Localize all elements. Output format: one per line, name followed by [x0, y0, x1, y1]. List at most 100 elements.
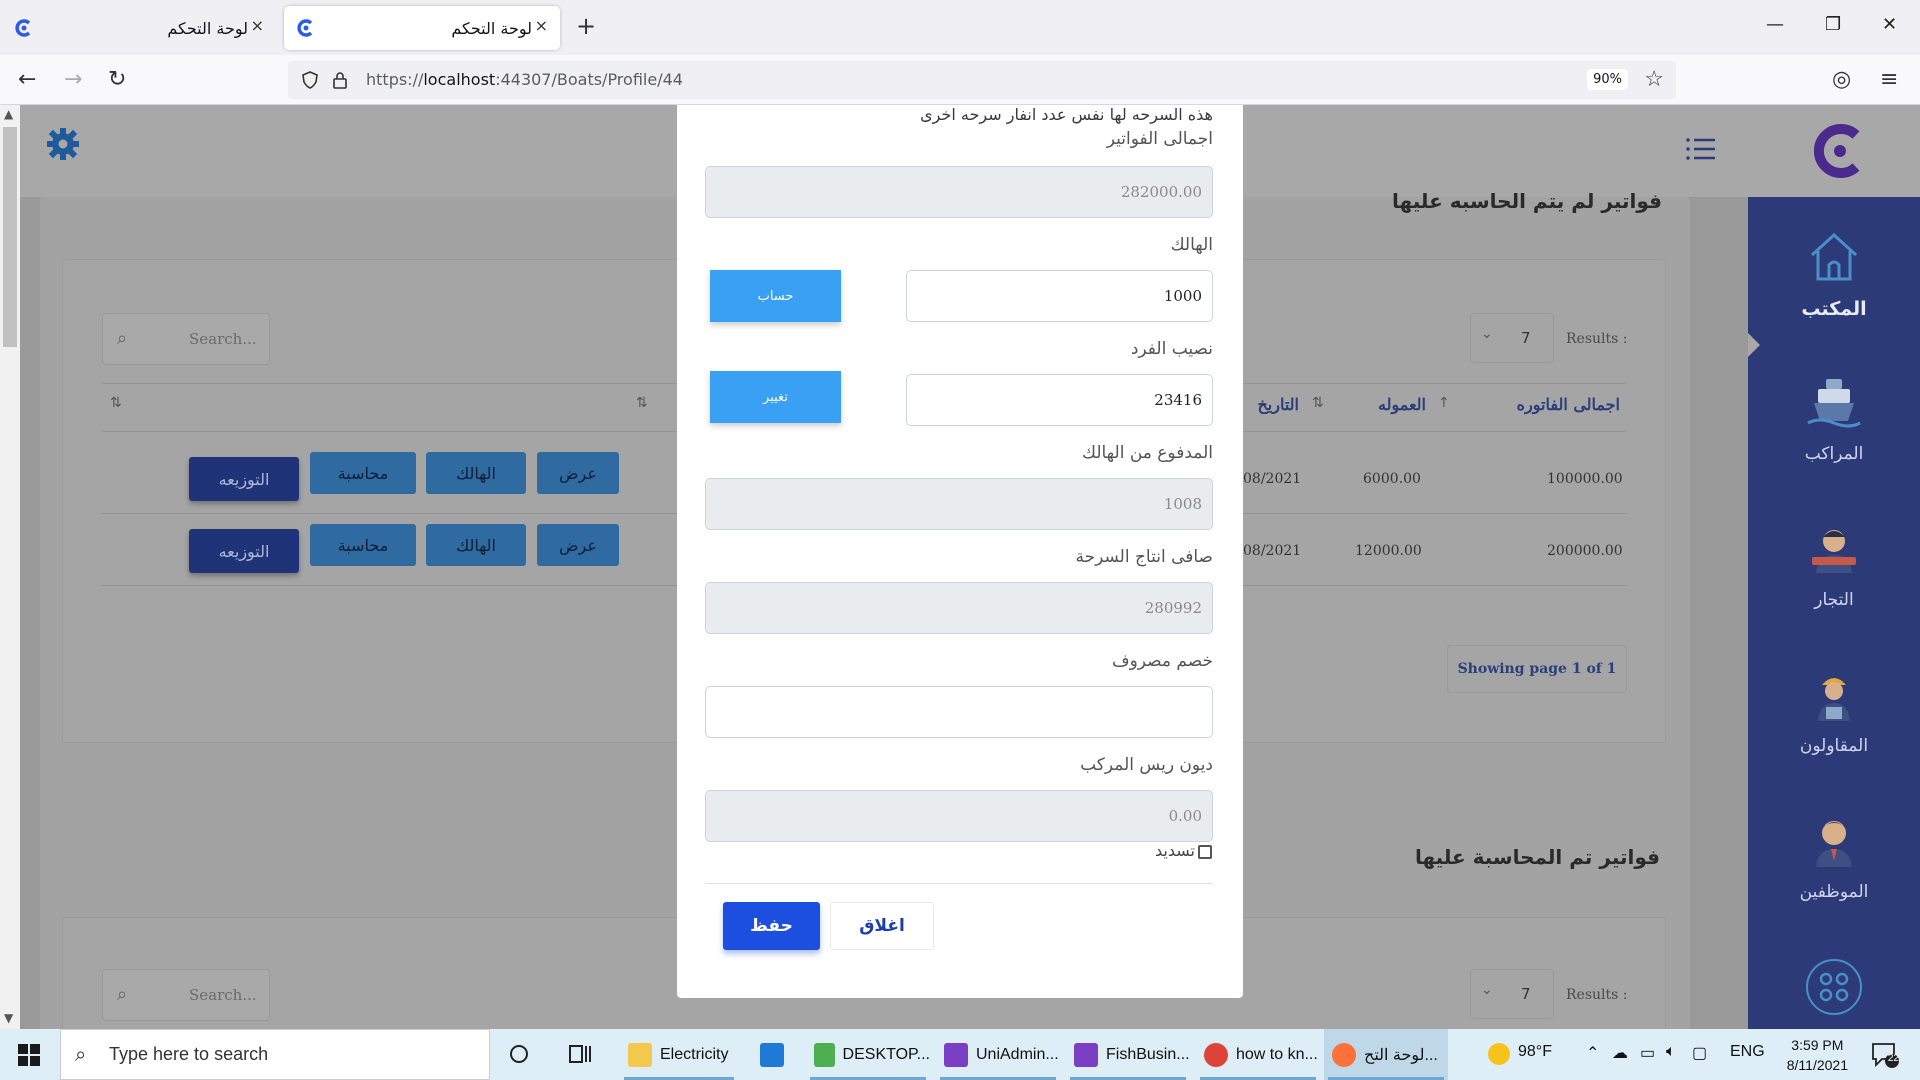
pocket-icon[interactable]: ◎: [1832, 67, 1851, 92]
taskbar-search-placeholder: Type here to search: [109, 1044, 269, 1064]
shield-icon[interactable]: [300, 70, 320, 90]
accounting-button[interactable]: محاسبة: [310, 524, 416, 566]
chevron-up-icon[interactable]: ⌃: [1586, 1043, 1599, 1063]
repay-checkbox[interactable]: [1198, 845, 1212, 859]
zoom-level-badge[interactable]: 90%: [1587, 69, 1628, 90]
chevron-down-icon: ⌄: [1481, 982, 1493, 998]
minimize-icon[interactable]: —: [1766, 14, 1784, 35]
results-per-page-select[interactable]: ⌄ 7: [1470, 969, 1554, 1019]
loss-button[interactable]: الهالك: [426, 452, 526, 494]
column-header-date[interactable]: التاريخ: [1243, 395, 1299, 414]
browser-tab-dashboard-2[interactable]: لوحة التحكم ×: [284, 6, 560, 50]
language-indicator[interactable]: ENG: [1730, 1043, 1765, 1061]
column-header-total[interactable]: اجمالى الفاتوره: [1490, 395, 1620, 414]
tab-close-icon[interactable]: ×: [251, 16, 264, 35]
column-header-commission[interactable]: العموله: [1356, 395, 1426, 414]
cell-date: 08/2021: [1243, 543, 1302, 559]
view-button[interactable]: عرض: [537, 524, 619, 566]
loss-button[interactable]: الهالك: [426, 524, 526, 566]
weather-sun-icon[interactable]: [1488, 1043, 1510, 1065]
app-menu-icon[interactable]: ≡: [1880, 67, 1898, 92]
apps-grid-icon[interactable]: [1804, 957, 1864, 1017]
taskbar-app-label: how to kn...: [1236, 1045, 1318, 1063]
new-tab-button[interactable]: +: [576, 12, 596, 40]
page-scrollbar[interactable]: ▲ ▼: [0, 105, 20, 1029]
taskbar-app-fishbusiness[interactable]: FishBusin...: [1066, 1029, 1190, 1080]
taskbar-app-explorer[interactable]: Electricity: [620, 1029, 738, 1080]
search-input[interactable]: ⌕ Search...: [102, 969, 270, 1021]
taskbar-app-desktop[interactable]: DESKTOP...: [806, 1029, 930, 1080]
gear-icon[interactable]: [46, 127, 80, 161]
results-per-page-select[interactable]: ⌄ 7: [1470, 313, 1554, 363]
network-icon[interactable]: ▢: [1692, 1043, 1707, 1063]
page-viewport: ▲ ▼ فواتير لم يتم الحاسبه عليها ⌕ Search…: [0, 105, 1920, 1029]
sidebar-item-boats[interactable]: المراكب: [1748, 373, 1920, 464]
onedrive-icon[interactable]: ☁: [1612, 1043, 1628, 1063]
share-field[interactable]: 23416: [906, 374, 1213, 426]
search-input[interactable]: ⌕ Search...: [102, 313, 270, 365]
firefox-icon: [1332, 1042, 1356, 1067]
distribute-button[interactable]: التوزيعه: [189, 529, 299, 573]
sidebar-item-office[interactable]: المكتب: [1748, 227, 1920, 320]
invoices-total-field[interactable]: 282000.00: [705, 166, 1213, 218]
sort-arrows-icon[interactable]: ⇅: [636, 395, 648, 411]
taskbar-app-chrome[interactable]: how to kn...: [1196, 1029, 1320, 1080]
modal-footer-divider: [705, 883, 1213, 884]
bookmark-star-icon[interactable]: ☆: [1644, 67, 1664, 92]
save-button[interactable]: حفظ: [723, 902, 820, 950]
address-bar[interactable]: https://localhost:44307/Boats/Profile/44…: [288, 61, 1676, 99]
distribute-button[interactable]: التوزيعه: [189, 457, 299, 501]
forward-arrow-icon[interactable]: →: [64, 67, 82, 92]
results-value: 7: [1521, 329, 1531, 347]
sidebar-item-employees[interactable]: الموظفين: [1748, 811, 1920, 902]
chrome-icon: [1204, 1042, 1228, 1067]
taskbar-app-vscode[interactable]: [746, 1029, 798, 1080]
taskbar-app-firefox[interactable]: لوحة التح...: [1324, 1029, 1448, 1080]
net-production-field[interactable]: 280992: [705, 582, 1213, 634]
paid-loss-label: المدفوع من الهالك: [1082, 443, 1213, 463]
lock-icon[interactable]: [330, 70, 350, 90]
reload-icon[interactable]: ↻: [108, 67, 126, 92]
tab-close-icon[interactable]: ×: [535, 16, 548, 35]
calculate-button[interactable]: حساب: [710, 270, 841, 322]
section-title-accounted: فواتير تم المحاسبة عليها: [1414, 845, 1660, 869]
close-window-icon[interactable]: ✕: [1882, 14, 1897, 35]
loss-field[interactable]: 1000: [906, 270, 1213, 322]
expense-deduction-field[interactable]: [705, 686, 1213, 738]
sort-arrows-icon[interactable]: ⇅: [1312, 395, 1324, 411]
task-view-icon[interactable]: [568, 1043, 592, 1065]
close-button[interactable]: اغلاق: [830, 902, 934, 950]
taskbar-app-label: FishBusin...: [1106, 1045, 1190, 1063]
sidebar: المكتب المراكب التجار المقاولون الموظفين: [1748, 197, 1920, 1029]
taskbar-app-uniadmin[interactable]: UniAdmin...: [936, 1029, 1060, 1080]
captain-debt-field[interactable]: 0.00: [705, 790, 1213, 842]
cortana-icon[interactable]: [508, 1043, 530, 1065]
windows-start-icon[interactable]: [18, 1044, 40, 1066]
pagination-status[interactable]: Showing page 1 of 1: [1447, 645, 1627, 693]
view-button[interactable]: عرض: [537, 452, 619, 494]
battery-icon[interactable]: ▭: [1640, 1043, 1655, 1063]
sidebar-item-merchants[interactable]: التجار: [1748, 519, 1920, 610]
sidebar-item-contractors[interactable]: المقاولون: [1748, 665, 1920, 756]
url-text[interactable]: https://localhost:44307/Boats/Profile/44: [366, 70, 683, 89]
restore-icon[interactable]: ❐: [1825, 14, 1841, 35]
change-button[interactable]: تغيير: [710, 371, 841, 423]
cell-total: 200000.00: [1547, 543, 1623, 559]
browser-tab-dashboard-1[interactable]: لوحة التحكم ×: [0, 6, 276, 50]
scrollbar-thumb[interactable]: [3, 127, 17, 347]
brand-logo[interactable]: [1810, 121, 1866, 181]
volume-icon[interactable]: 🔈︎: [1666, 1043, 1676, 1061]
accounting-button[interactable]: محاسبة: [310, 452, 416, 494]
hamburger-menu-icon[interactable]: [1686, 137, 1716, 161]
repay-label: تسديد: [1155, 841, 1195, 860]
system-clock[interactable]: 3:59 PM 8/11/2021: [1787, 1035, 1848, 1075]
paid-loss-field[interactable]: 1008: [705, 478, 1213, 530]
weather-temp[interactable]: 98°F: [1518, 1043, 1552, 1061]
scroll-up-icon[interactable]: ▲: [4, 107, 13, 121]
back-arrow-icon[interactable]: ←: [18, 67, 36, 92]
taskbar-search-box[interactable]: ⌕ Type here to search: [60, 1029, 490, 1080]
sort-arrows-icon[interactable]: ⇅: [110, 395, 122, 411]
net-production-label: صافى انتاج السرحة: [1075, 547, 1213, 567]
sort-arrow-icon[interactable]: ↑: [1438, 395, 1450, 411]
scroll-down-icon[interactable]: ▼: [4, 1011, 13, 1025]
